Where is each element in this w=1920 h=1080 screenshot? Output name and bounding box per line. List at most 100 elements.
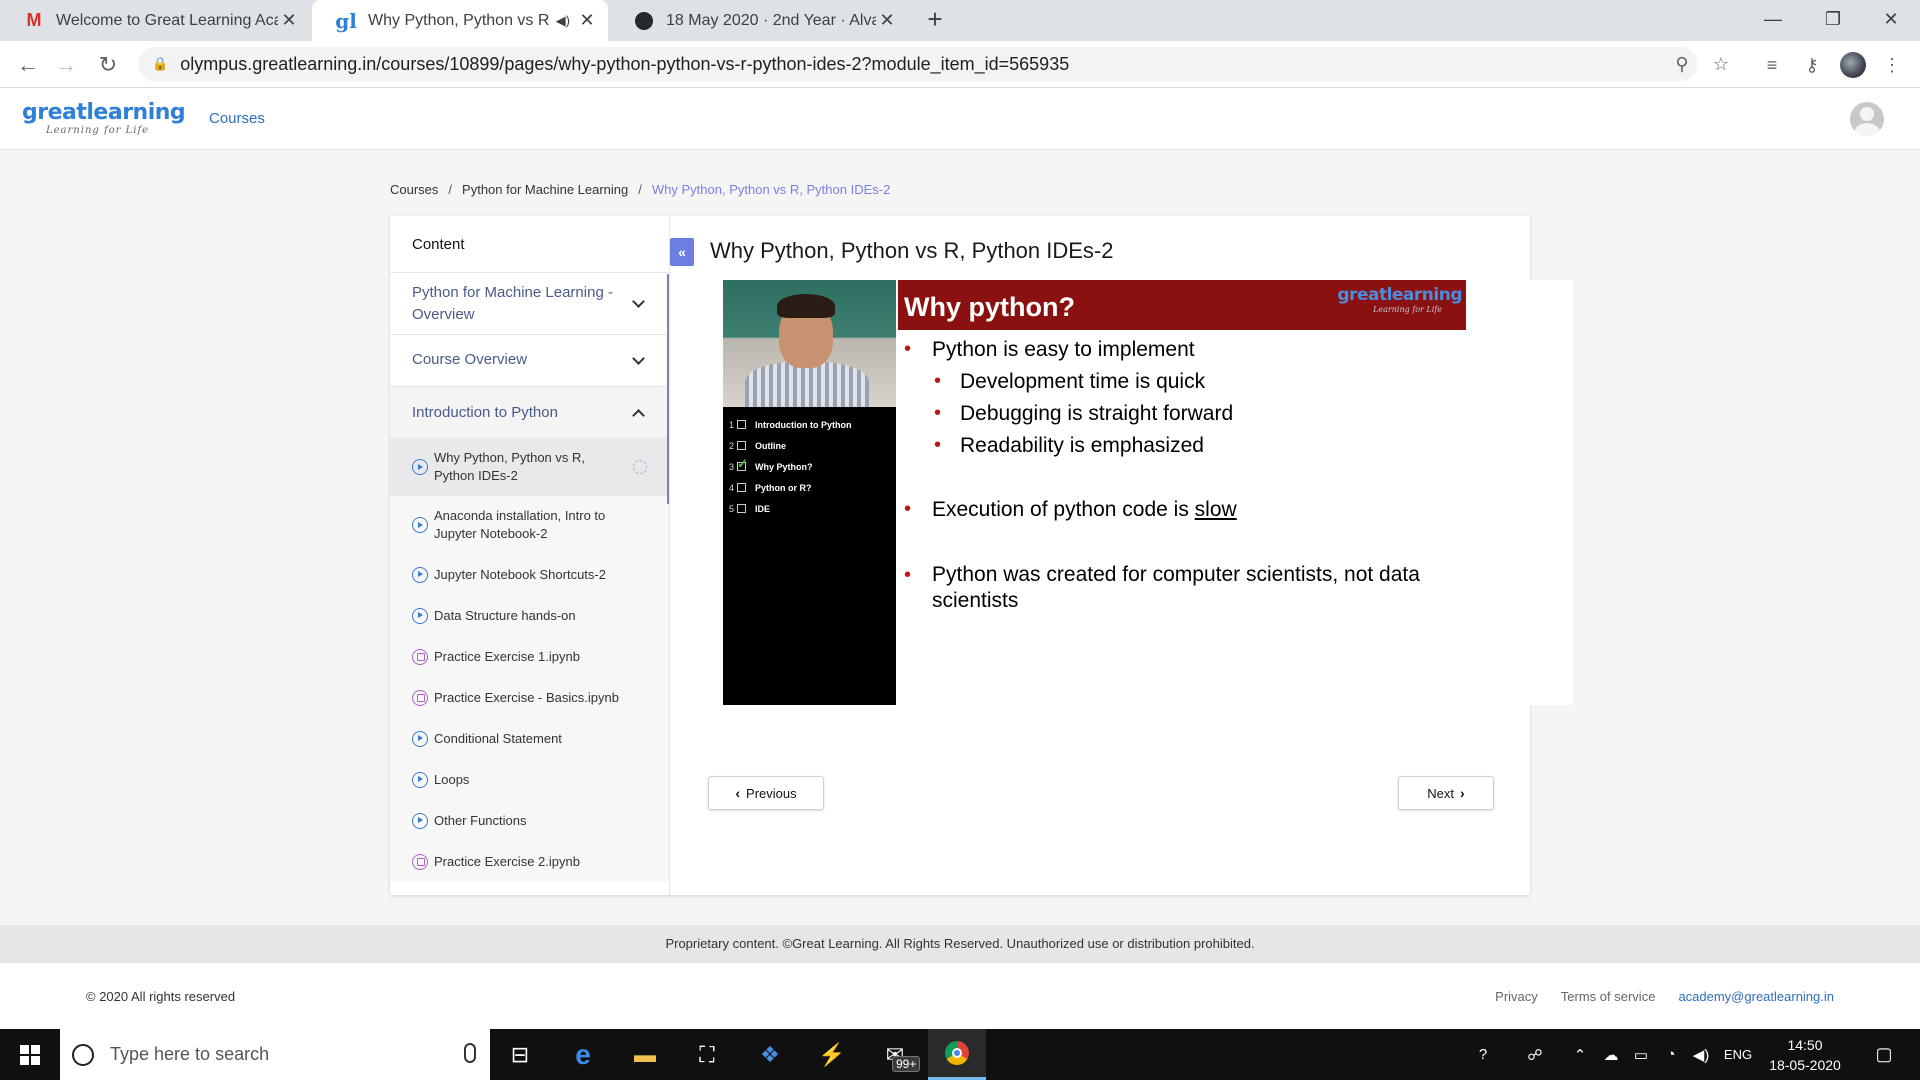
user-avatar[interactable] — [1850, 102, 1884, 136]
sidebar-item-practice-1[interactable]: Practice Exercise 1.ipynb — [390, 636, 669, 677]
module-introduction-to-python[interactable]: Introduction to Python — [390, 386, 669, 438]
next-button[interactable]: Next › — [1398, 776, 1494, 810]
sidebar-item-why-python[interactable]: Why Python, Python vs R, Python IDEs-2 — [390, 438, 669, 496]
chrome-icon[interactable] — [928, 1029, 986, 1080]
tab-current-course[interactable]: gl Why Python, Python vs R, Py ◀) ✕ — [312, 0, 608, 41]
breadcrumb-course[interactable]: Python for Machine Learning — [462, 182, 628, 197]
close-window-icon[interactable]: ✕ — [1862, 0, 1920, 38]
sidebar-item-other-functions[interactable]: Other Functions — [390, 800, 669, 841]
reload-icon[interactable]: ↻ — [94, 51, 122, 79]
microphone-icon[interactable] — [464, 1043, 476, 1063]
list-item-label: Practice Exercise - Basics.ipynb — [434, 689, 619, 705]
play-circle-icon — [412, 517, 428, 533]
file-explorer-icon[interactable]: ▬ — [620, 1029, 670, 1080]
tab-github[interactable]: 18 May 2020 · 2nd Year · Alva's E ✕ — [610, 0, 908, 41]
notebook-icon — [412, 648, 428, 665]
courses-nav-link[interactable]: Courses — [209, 110, 265, 127]
notebook-icon — [412, 853, 428, 870]
proprietary-notice: Proprietary content. ©Great Learning. Al… — [0, 925, 1920, 963]
checkbox-icon — [737, 441, 746, 450]
store-icon[interactable]: ⛶ — [682, 1029, 732, 1080]
email-link[interactable]: academy@greatlearning.in — [1678, 989, 1834, 1004]
chevron-up-icon[interactable]: ⌃ — [1570, 1029, 1590, 1080]
close-icon[interactable]: ✕ — [278, 10, 300, 31]
address-bar[interactable]: 🔒 olympus.greatlearning.in/courses/10899… — [138, 47, 1729, 81]
logo-tagline: Learning for Life — [46, 125, 150, 136]
taskbar-search[interactable]: Type here to search — [60, 1029, 490, 1080]
checkbox-icon — [737, 483, 746, 492]
wifi-icon[interactable]: ◔ — [1658, 1029, 1684, 1080]
close-icon[interactable]: ✕ — [576, 10, 598, 31]
notebook-icon — [412, 689, 428, 706]
sidebar-item-jupyter-shortcuts[interactable]: Jupyter Notebook Shortcuts-2 — [390, 554, 669, 595]
previous-button[interactable]: ‹ Previous — [708, 776, 824, 810]
onedrive-icon[interactable]: ☁ — [1598, 1029, 1624, 1080]
lock-icon[interactable]: 🔒 — [152, 56, 168, 72]
outline-label: Python or R? — [755, 482, 812, 493]
play-circle-icon — [412, 730, 428, 747]
battery-icon[interactable]: ▭ — [1628, 1029, 1654, 1080]
dropbox-icon[interactable]: ❖ — [745, 1029, 795, 1080]
sidebar-item-conditional[interactable]: Conditional Statement — [390, 718, 669, 759]
lecture-video[interactable]: 1 Introduction to Python 2 Outline 3 Why… — [723, 280, 1573, 705]
collapse-sidebar-button[interactable]: « — [670, 238, 694, 266]
tab-gmail[interactable]: M Welcome to Great Learning Acad ✕ — [0, 0, 310, 41]
bullet-point: Python is easy to implement — [904, 338, 1195, 362]
tab-title: Why Python, Python vs R, Py — [368, 11, 550, 29]
module-python-for-ml-overview[interactable]: Python for Machine Learning - Overview — [390, 272, 669, 334]
gmail-icon: M — [26, 10, 42, 30]
site-header: greatlearning Learning for Life Courses — [0, 88, 1920, 150]
checkbox-icon — [737, 420, 746, 429]
zoom-icon[interactable]: ⚲ — [1671, 53, 1693, 75]
sidebar-scrollbar[interactable] — [667, 274, 669, 504]
slide-outline: 1 Introduction to Python 2 Outline 3 Why… — [729, 414, 851, 519]
notifications-icon[interactable]: ▢ — [1864, 1029, 1904, 1080]
module-course-overview[interactable]: Course Overview — [390, 334, 669, 386]
media-control-icon[interactable]: ≡ — [1760, 53, 1784, 77]
sidebar-item-practice-basics[interactable]: Practice Exercise - Basics.ipynb — [390, 677, 669, 718]
mail-badge: 99+ — [892, 1056, 921, 1072]
mail-icon[interactable]: ✉ — [870, 1029, 920, 1080]
restore-icon[interactable]: ❐ — [1804, 0, 1862, 38]
bullet-text: scientists — [932, 589, 1019, 612]
bookmark-star-icon[interactable]: ☆ — [1710, 53, 1732, 75]
cortana-icon — [72, 1043, 94, 1066]
terms-link[interactable]: Terms of service — [1561, 989, 1656, 1004]
more-menu-icon[interactable]: ⋮ — [1880, 53, 1904, 77]
tab-title: Welcome to Great Learning Acad — [56, 11, 278, 29]
profile-avatar[interactable] — [1840, 52, 1866, 78]
sidebar-item-loops[interactable]: Loops — [390, 759, 669, 800]
chevron-left-icon: ‹ — [735, 785, 741, 801]
play-circle-icon — [412, 771, 428, 788]
privacy-link[interactable]: Privacy — [1495, 989, 1538, 1004]
speaker-icon[interactable]: ◀) — [556, 13, 570, 29]
system-clock[interactable]: 14:50 18-05-2020 — [1760, 1035, 1850, 1075]
start-button[interactable] — [0, 1029, 60, 1080]
breadcrumb-courses[interactable]: Courses — [390, 182, 438, 197]
greatlearning-logo[interactable]: greatlearning Learning for Life — [22, 100, 186, 136]
clock-date: 18-05-2020 — [1769, 1057, 1841, 1073]
key-icon[interactable]: ⚷ — [1800, 53, 1824, 77]
outline-number: 4 — [729, 482, 735, 493]
content-sidebar: Content Python for Machine Learning - Ov… — [390, 216, 670, 895]
help-icon[interactable]: ? — [1468, 1029, 1498, 1080]
language-indicator[interactable]: ENG — [1720, 1029, 1756, 1080]
task-view-icon[interactable]: ⊟ — [495, 1029, 545, 1080]
sidebar-item-practice-2[interactable]: Practice Exercise 2.ipynb — [390, 841, 669, 882]
minimize-icon[interactable]: — — [1744, 0, 1802, 38]
list-item-label: Other Functions — [434, 812, 527, 828]
forward-icon[interactable]: → — [52, 51, 80, 79]
logo-brand: greatlearning — [22, 100, 186, 125]
back-icon[interactable]: ← — [14, 51, 42, 79]
chevron-up-icon — [632, 408, 645, 422]
new-tab-button[interactable]: + — [921, 6, 949, 34]
url-text[interactable]: olympus.greatlearning.in/courses/10899/p… — [180, 54, 1069, 75]
people-icon[interactable]: ☍ — [1520, 1029, 1550, 1080]
list-item-label: Anaconda installation, Intro to Jupyter … — [434, 508, 606, 541]
sidebar-item-anaconda[interactable]: Anaconda installation, Intro to Jupyter … — [390, 496, 669, 554]
volume-icon[interactable]: ◀) — [1688, 1029, 1714, 1080]
close-icon[interactable]: ✕ — [876, 10, 898, 31]
edge-icon[interactable]: e — [558, 1029, 608, 1080]
sidebar-item-data-structure[interactable]: Data Structure hands-on — [390, 595, 669, 636]
visual-studio-icon[interactable]: ⚡ — [807, 1029, 857, 1080]
